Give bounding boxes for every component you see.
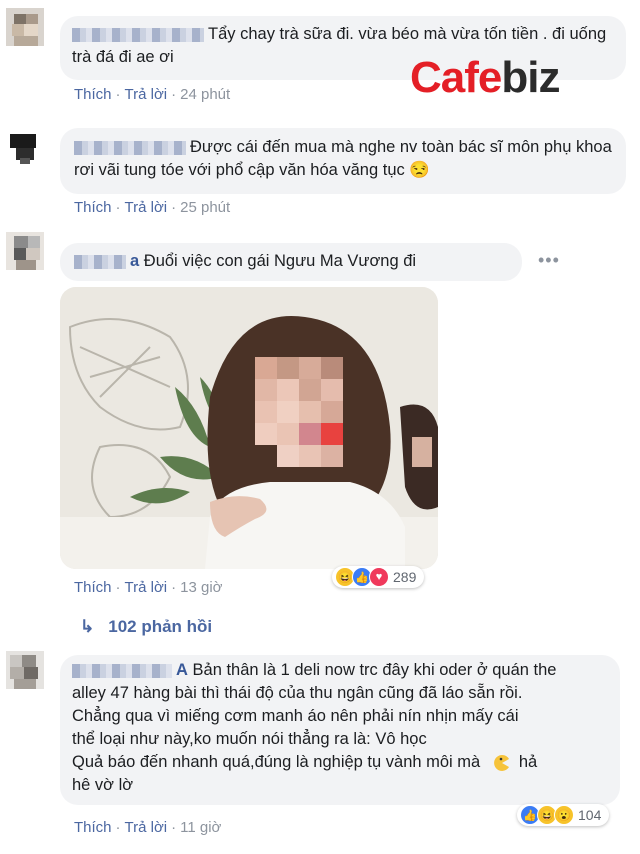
commenter-name[interactable] [74, 254, 126, 269]
comment-text: Đuổi việc con gái Ngưu Ma Vương đi [143, 252, 417, 270]
reaction-summary[interactable]: 😆 👍 ♥ 289 [332, 566, 425, 588]
comment-time[interactable]: 24 phút [180, 86, 230, 103]
reaction-count: 289 [393, 569, 417, 585]
avatar[interactable] [6, 128, 44, 166]
commenter-name[interactable] [72, 663, 172, 678]
comment-time[interactable]: 11 giờ [180, 819, 221, 836]
unamused-emoji-icon: 😒 [409, 161, 430, 179]
reply-arrow-icon: ↳ [80, 617, 95, 636]
comment-time[interactable]: 25 phút [180, 199, 230, 216]
reaction-summary[interactable]: 👍 😆 😮 104 [517, 804, 610, 826]
comment-text-line: Quả báo đến nhanh quá,đúng là nghiệp tụ … [72, 753, 481, 771]
comment-time[interactable]: 13 giờ [180, 579, 222, 596]
comment-text-line: Bản thân là 1 deli now trc đây khi oder … [192, 661, 557, 679]
comment-actions: Thích · Trả lời · 13 giờ [74, 579, 223, 596]
view-replies-link[interactable]: ↳ 102 phản hồi [80, 617, 212, 637]
cafebiz-logo: Cafe biz [410, 53, 560, 102]
comment-actions: Thích · Trả lời · 24 phút [74, 86, 231, 103]
reply-link[interactable]: Trả lời [125, 86, 168, 103]
reply-link[interactable]: Trả lời [125, 579, 168, 596]
comment-actions: Thích · Trả lời · 25 phút [74, 199, 231, 216]
commenter-name[interactable] [72, 27, 204, 42]
replies-count: 102 phản hồi [108, 617, 213, 636]
comment-text-line: thể loại như này,ko muốn nói thẳng ra là… [72, 730, 427, 748]
comment-text-line: Chẳng qua vì miếng cơm manh áo nên phải … [72, 707, 519, 725]
more-icon[interactable]: ••• [538, 250, 560, 271]
reply-link[interactable]: Trả lời [125, 199, 168, 216]
like-link[interactable]: Thích [74, 199, 112, 216]
wow-icon: 😮 [554, 805, 574, 825]
comment-bubble: a Đuổi việc con gái Ngưu Ma Vương đi [60, 243, 522, 281]
love-icon: ♥ [369, 567, 389, 587]
comment-actions: Thích · Trả lời · 11 giờ [74, 819, 222, 836]
avatar[interactable] [6, 8, 44, 46]
like-link[interactable]: Thích [74, 579, 112, 596]
comment-bubble: Được cái đến mua mà nghe nv toàn bác sĩ … [60, 128, 626, 194]
like-link[interactable]: Thích [74, 819, 112, 836]
like-link[interactable]: Thích [74, 86, 112, 103]
commenter-name[interactable] [74, 140, 186, 155]
comment-bubble: A Bản thân là 1 deli now trc đây khi ode… [60, 655, 620, 805]
avatar[interactable] [6, 651, 44, 689]
pacman-moon-icon [493, 754, 511, 772]
avatar[interactable] [6, 232, 44, 270]
comment-photo[interactable] [60, 287, 438, 569]
comment-text-line: hê vờ lờ [72, 776, 134, 794]
comment-text-line: alley 47 hàng bài thì thái độ của thu ng… [72, 684, 523, 702]
reply-link[interactable]: Trả lời [125, 819, 168, 836]
reaction-count: 104 [578, 807, 602, 823]
